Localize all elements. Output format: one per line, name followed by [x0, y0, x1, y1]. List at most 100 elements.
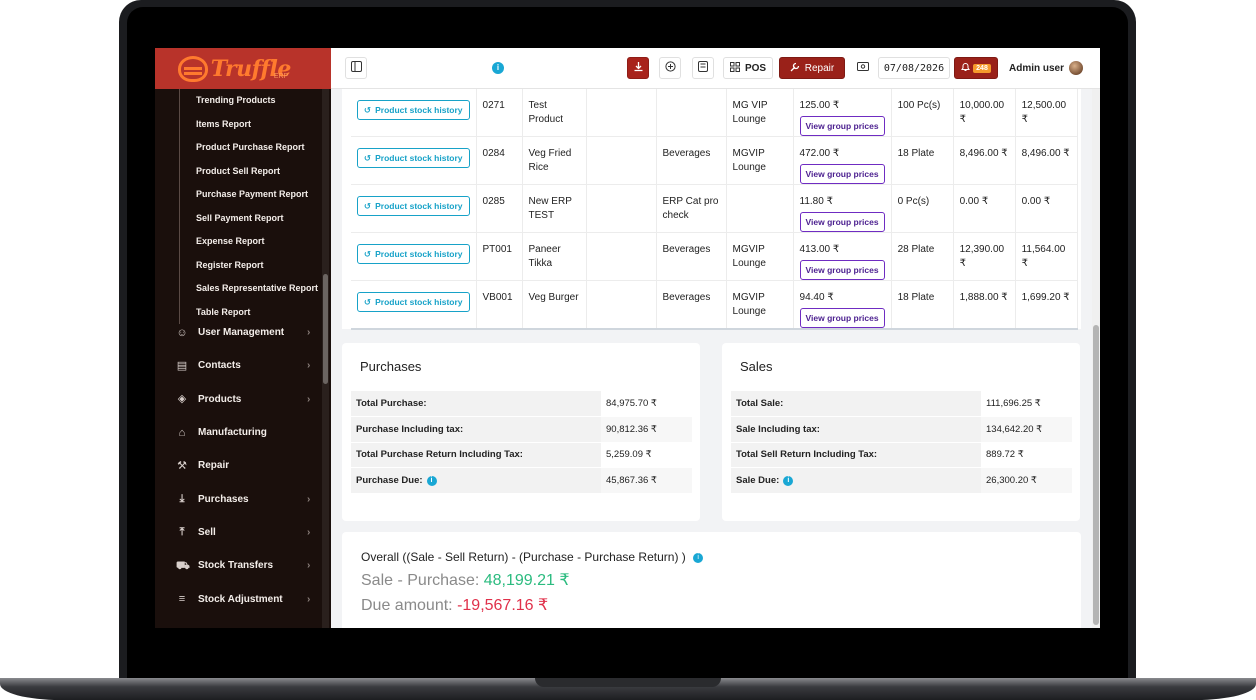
action-cell: ↺ Product stock history — [351, 184, 477, 233]
database-icon: ≡ — [178, 593, 186, 606]
sidebar-item-purchases[interactable]: ⤓ Purchases › — [155, 482, 321, 515]
sidebar-item-label: Sell — [198, 526, 216, 538]
repair-button[interactable]: Repair — [779, 57, 845, 79]
toggle-sidebar-button[interactable] — [345, 57, 367, 79]
product-stock-history-button[interactable]: ↺ Product stock history — [357, 100, 470, 120]
sales-title: Sales — [740, 359, 773, 374]
info-icon[interactable]: i — [426, 475, 437, 486]
sidebar-item-contacts[interactable]: ▤ Contacts › — [155, 349, 321, 382]
users-icon: ☺ — [176, 326, 188, 339]
cell-category — [656, 89, 727, 137]
user-name: Admin user — [1008, 62, 1064, 74]
product-stock-history-label: Product stock history — [375, 201, 463, 211]
sidebar-subitem[interactable]: Product Purchase Report — [180, 136, 329, 160]
add-button[interactable] — [659, 57, 681, 79]
sidebar-subitem[interactable]: Expense Report — [180, 230, 329, 254]
sidebar-item-stock-adjustment[interactable]: ≡ Stock Adjustment › — [155, 582, 321, 615]
summary-label: Sale Due: — [736, 475, 780, 487]
cell-value1: 10,000.00 ₹ — [953, 89, 1016, 137]
sidebar-scrollbar[interactable] — [322, 89, 329, 628]
cell-stock: 28 Plate — [891, 232, 954, 281]
sidebar-subitem[interactable]: Items Report — [180, 113, 329, 137]
history-icon: ↺ — [364, 201, 372, 211]
table-row: ↺ Product stock history VB001 Veg Burger Bev… — [351, 280, 1078, 330]
chevron-right-icon: › — [307, 526, 311, 538]
stock-table: ↺ Product stock history 0271 Test Product MG… — [351, 89, 1078, 330]
sale-minus-purchase: Sale - Purchase: 48,199.21 ₹ — [361, 570, 570, 590]
sidebar-subitem[interactable]: Register Report — [180, 254, 329, 278]
cell-price: 11.80 ₹ View group prices — [793, 184, 892, 233]
view-group-prices-button[interactable]: View group prices — [799, 308, 885, 328]
chevron-right-icon: › — [307, 393, 311, 405]
view-group-prices-button[interactable]: View group prices — [799, 116, 885, 136]
cell-value1: 8,496.00 ₹ — [953, 136, 1016, 185]
sidebar-scrollbar-thumb[interactable] — [323, 274, 328, 384]
wrench-icon — [790, 62, 800, 75]
content-scrollbar[interactable] — [1092, 89, 1100, 628]
avatar — [1069, 61, 1083, 75]
summary-label-cell: Total Sale: — [731, 391, 981, 418]
product-stock-history-button[interactable]: ↺ Product stock history — [357, 148, 470, 168]
sidebar-subitem[interactable]: Purchase Payment Report — [180, 183, 329, 207]
sidebar-subitem[interactable]: Trending Products — [180, 89, 329, 113]
due-amount-value: -19,567.16 ₹ — [457, 597, 549, 614]
cash-register-button[interactable] — [851, 57, 875, 79]
sidebar-item-user-management[interactable]: ☺ User Management › — [155, 316, 321, 349]
product-stock-history-button[interactable]: ↺ Product stock history — [357, 244, 470, 264]
address-book-icon: ▤ — [176, 359, 188, 372]
price-value: 94.40 ₹ — [799, 292, 834, 303]
chevron-right-icon: › — [307, 360, 311, 372]
plus-circle-icon — [664, 61, 676, 75]
user-menu[interactable]: Admin user — [1004, 57, 1088, 79]
sidebar-subitem[interactable]: Product Sell Report — [180, 160, 329, 184]
summary-row: Purchase Due: i 45,867.36 ₹ — [351, 467, 692, 494]
view-group-prices-button[interactable]: View group prices — [799, 260, 885, 280]
reports-submenu: Trending Products Items Report Product Pur… — [179, 89, 329, 324]
info-icon[interactable]: i — [693, 552, 704, 563]
sidebar-item-manufacturing[interactable]: ⌂ Manufacturing — [155, 416, 321, 449]
summary-label: Total Purchase Return Including Tax: — [356, 449, 523, 461]
logo-bar[interactable]: Truffle ERP — [155, 48, 331, 89]
view-group-prices-button[interactable]: View group prices — [799, 164, 885, 184]
notifications-button[interactable]: 248 — [954, 57, 998, 79]
calculator-button[interactable] — [692, 57, 714, 79]
cell-sku: 0271 — [476, 89, 523, 137]
calculator-icon — [698, 61, 708, 75]
content-scrollbar-thumb[interactable] — [1093, 325, 1099, 625]
view-group-prices-button[interactable]: View group prices — [799, 212, 885, 232]
sale-minus-purchase-value: 48,199.21 ₹ — [483, 572, 570, 589]
cell-category: Beverages — [656, 280, 727, 330]
sidebar-item-repair[interactable]: ⚒ Repair — [155, 449, 321, 482]
sidebar-item-label: Products — [198, 393, 242, 405]
product-stock-history-label: Product stock history — [375, 297, 463, 307]
sidebar-item-stock-transfers[interactable]: ⛟ Stock Transfers › — [155, 549, 321, 582]
table-row: ↺ Product stock history 0285 New ERP TEST ER… — [351, 184, 1078, 233]
info-icon[interactable]: i — [783, 475, 794, 486]
summary-row: Total Sell Return Including Tax: 889.72 ₹ — [731, 442, 1072, 469]
summary-label-cell: Total Purchase Return Including Tax: — [351, 442, 601, 469]
sidebar-item-sell[interactable]: ⤒ Sell › — [155, 516, 321, 549]
cell-value2: 12,500.00 ₹ — [1015, 89, 1078, 137]
product-stock-history-button[interactable]: ↺ Product stock history — [357, 292, 470, 312]
sidebar-item-label: Stock Adjustment — [198, 593, 283, 605]
app-screen: Truffle ERP Trending Products Items Repor… — [155, 48, 1100, 628]
sidebar-item-products[interactable]: ◈ Products › — [155, 383, 321, 416]
product-stock-history-button[interactable]: ↺ Product stock history — [357, 196, 470, 216]
summary-label: Purchase Due: — [356, 475, 423, 487]
cell-col3 — [586, 89, 657, 137]
sales-summary-table: Total Sale: 111,696.25 ₹ Sale Including ta… — [731, 391, 1072, 494]
sidebar-item-label: Purchases — [198, 493, 249, 505]
action-cell: ↺ Product stock history — [351, 89, 477, 137]
cell-location: MGVIP Lounge — [726, 136, 794, 185]
download-button[interactable] — [627, 57, 649, 79]
summary-label: Total Sell Return Including Tax: — [736, 449, 878, 461]
history-icon: ↺ — [364, 153, 372, 163]
summary-label-cell: Purchase Including tax: — [351, 416, 601, 443]
date-display[interactable]: 07/08/2026 — [878, 57, 950, 79]
wrench-icon: ⚒ — [177, 459, 187, 472]
sidebar-subitem[interactable]: Sell Payment Report — [180, 207, 329, 231]
sidebar-subitem[interactable]: Sales Representative Report — [180, 277, 329, 301]
cell-location — [726, 184, 794, 233]
info-icon[interactable]: i — [492, 62, 504, 74]
pos-button[interactable]: POS — [723, 57, 773, 79]
